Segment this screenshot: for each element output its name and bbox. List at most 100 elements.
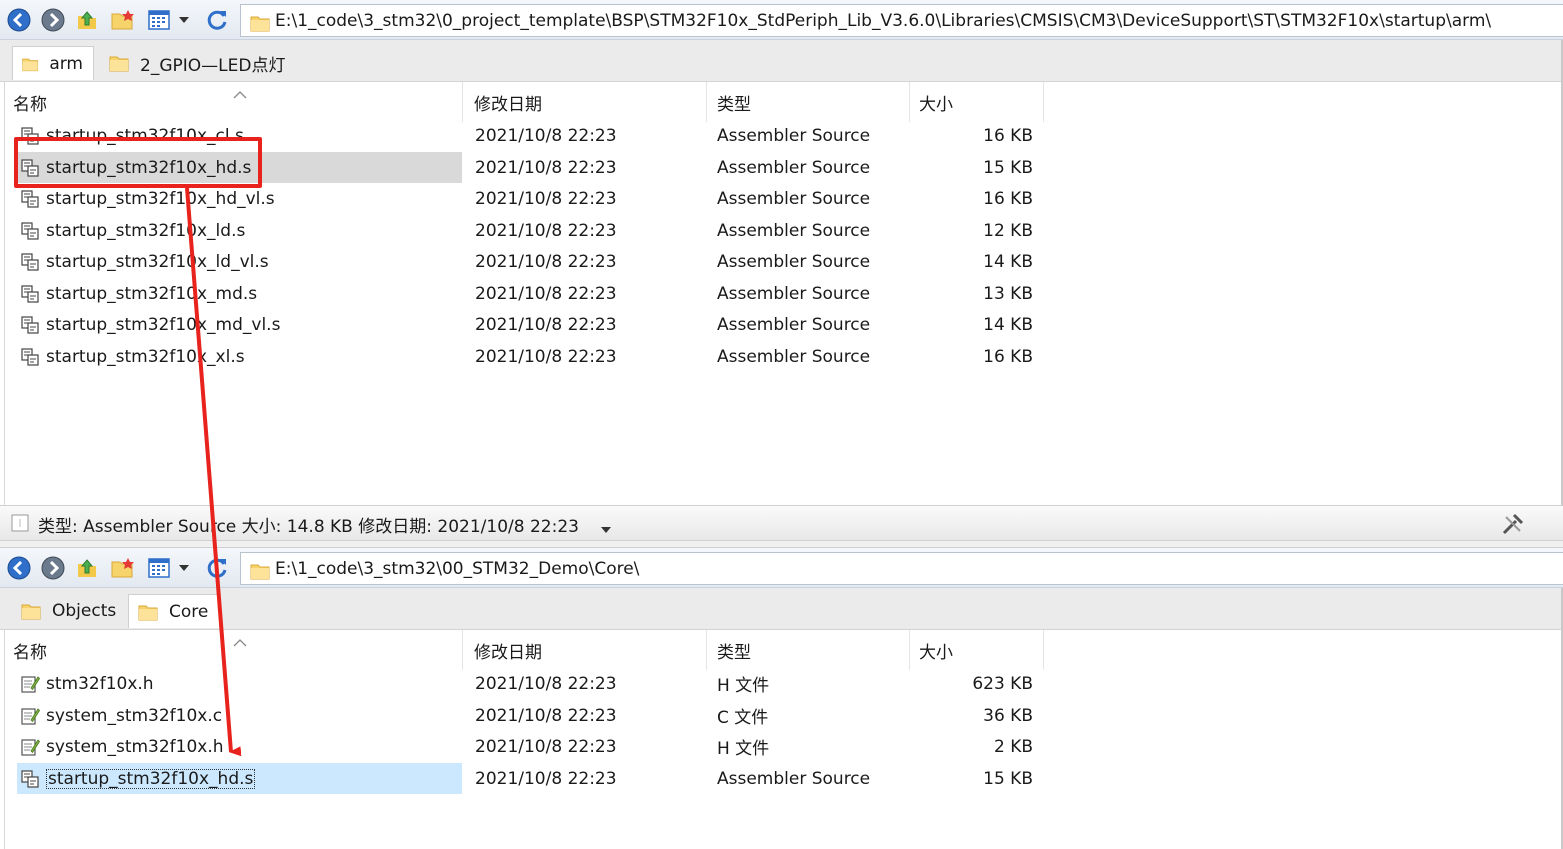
table-row[interactable]: startup_stm32f10x_md.s 2021/10/8 22:23 A…: [17, 278, 1045, 309]
file-date: 2021/10/8 22:23: [475, 125, 617, 146]
column-date[interactable]: 修改日期: [474, 630, 707, 670]
assembler-file-icon: [20, 158, 40, 178]
back-icon[interactable]: [6, 555, 32, 581]
file-type: Assembler Source: [717, 220, 871, 241]
tab-core[interactable]: Core: [128, 594, 220, 628]
table-row[interactable]: stm32f10x.h 2021/10/8 22:23 H 文件 623 KB: [17, 668, 1045, 699]
table-row-selected[interactable]: startup_stm32f10x_hd.s 2021/10/8 22:23 A…: [17, 152, 1045, 183]
sort-ascending-icon: [233, 84, 247, 104]
address-folder-icon: [249, 12, 271, 37]
column-name-label: 名称: [13, 94, 47, 115]
assembler-file-icon: [20, 252, 40, 272]
tab-label: arm: [49, 53, 83, 74]
address-bar[interactable]: E:\1_code\3_stm32\0_project_template\BSP…: [240, 4, 1563, 37]
column-header: 名称 修改日期 类型 大小: [5, 630, 1045, 670]
file-date: 2021/10/8 22:23: [475, 251, 617, 272]
table-row[interactable]: startup_stm32f10x_md_vl.s 2021/10/8 22:2…: [17, 309, 1045, 340]
assembler-file-icon: [20, 189, 40, 209]
tools-icon[interactable]: [1500, 511, 1526, 542]
view-mode-icon[interactable]: [146, 555, 172, 581]
column-date-label: 修改日期: [474, 642, 542, 663]
address-path: E:\1_code\3_stm32\00_STM32_Demo\Core\: [275, 558, 640, 579]
column-type[interactable]: 类型: [717, 82, 910, 122]
view-dropdown-icon[interactable]: [176, 555, 192, 581]
tab-label: Objects: [52, 601, 117, 621]
file-name: startup_stm32f10x_hd_vl.s: [46, 188, 275, 209]
open-folder-icon[interactable]: [110, 555, 136, 581]
table-row-selected[interactable]: startup_stm32f10x_hd.s 2021/10/8 22:23 A…: [17, 763, 1045, 794]
folder-icon: [137, 601, 159, 623]
refresh-icon[interactable]: [204, 555, 230, 581]
file-type: Assembler Source: [717, 188, 871, 209]
table-row[interactable]: startup_stm32f10x_xl.s 2021/10/8 22:23 A…: [17, 341, 1045, 372]
table-row[interactable]: system_stm32f10x.h 2021/10/8 22:23 H 文件 …: [17, 731, 1045, 762]
file-name: startup_stm32f10x_md.s: [46, 283, 258, 304]
file-type: H 文件: [717, 676, 770, 696]
up-folder-icon[interactable]: [74, 7, 100, 33]
column-size[interactable]: 大小: [919, 630, 1044, 670]
table-row[interactable]: startup_stm32f10x_cl.s 2021/10/8 22:23 A…: [17, 120, 1045, 151]
source-file-icon: [20, 706, 40, 726]
column-type[interactable]: 类型: [717, 630, 910, 670]
file-size: 15 KB: [983, 157, 1033, 178]
file-date: 2021/10/8 22:23: [475, 736, 617, 757]
tab-gpio-led[interactable]: 2_GPIO—LED点灯: [100, 46, 295, 80]
folder-icon: [108, 52, 130, 74]
table-row[interactable]: startup_stm32f10x_ld.s 2021/10/8 22:23 A…: [17, 215, 1045, 246]
refresh-icon[interactable]: [204, 7, 230, 33]
folder-icon: [20, 600, 42, 622]
file-size: 623 KB: [972, 673, 1033, 694]
status-text: 类型: Assembler Source 大小: 14.8 KB 修改日期: 2…: [38, 517, 579, 537]
file-size: 12 KB: [983, 220, 1033, 241]
assembler-file-icon: [20, 126, 40, 146]
forward-icon[interactable]: [40, 7, 66, 33]
file-type: C 文件: [717, 708, 769, 728]
top-tab-bar: arm 2_GPIO—LED点灯: [0, 40, 1563, 82]
table-row[interactable]: startup_stm32f10x_hd_vl.s 2021/10/8 22:2…: [17, 183, 1045, 214]
file-date: 2021/10/8 22:23: [475, 157, 617, 178]
file-name: startup_stm32f10x_cl.s: [46, 125, 244, 146]
status-dropdown-icon[interactable]: [600, 519, 612, 539]
address-path: E:\1_code\3_stm32\0_project_template\BSP…: [275, 10, 1492, 31]
view-mode-icon[interactable]: [146, 7, 172, 33]
forward-icon[interactable]: [40, 555, 66, 581]
file-size: 14 KB: [983, 251, 1033, 272]
tab-objects[interactable]: Objects: [12, 594, 126, 628]
column-size[interactable]: 大小: [919, 82, 1044, 122]
tab-label: 2_GPIO—LED点灯: [140, 55, 286, 76]
file-name: startup_stm32f10x_ld.s: [46, 220, 246, 241]
file-name: startup_stm32f10x_hd.s: [46, 768, 256, 789]
back-icon[interactable]: [6, 7, 32, 33]
column-header: 名称 修改日期 类型 大小: [5, 82, 1045, 122]
open-folder-icon[interactable]: [110, 7, 136, 33]
file-type: Assembler Source: [717, 768, 871, 789]
up-folder-icon[interactable]: [74, 555, 100, 581]
column-size-label: 大小: [919, 642, 953, 663]
file-type: Assembler Source: [717, 251, 871, 272]
file-info-icon: [10, 513, 30, 538]
view-dropdown-icon[interactable]: [176, 7, 192, 33]
file-type: H 文件: [717, 739, 770, 759]
file-type: Assembler Source: [717, 314, 871, 335]
file-name: startup_stm32f10x_hd.s: [46, 157, 252, 178]
file-date: 2021/10/8 22:23: [475, 673, 617, 694]
address-bar[interactable]: E:\1_code\3_stm32\00_STM32_Demo\Core\: [240, 552, 1563, 585]
file-date: 2021/10/8 22:23: [475, 314, 617, 335]
file-name: startup_stm32f10x_ld_vl.s: [46, 251, 269, 272]
assembler-file-icon: [20, 315, 40, 335]
table-row[interactable]: system_stm32f10x.c 2021/10/8 22:23 C 文件 …: [17, 700, 1045, 731]
source-file-icon: [20, 737, 40, 757]
bottom-explorer-pane: E:\1_code\3_stm32\00_STM32_Demo\Core\ Ob…: [0, 548, 1563, 849]
table-row[interactable]: startup_stm32f10x_ld_vl.s 2021/10/8 22:2…: [17, 246, 1045, 277]
source-file-icon: [20, 674, 40, 694]
file-name: system_stm32f10x.h: [46, 736, 224, 757]
file-size: 2 KB: [993, 736, 1033, 757]
pane-splitter[interactable]: [0, 540, 1563, 548]
file-date: 2021/10/8 22:23: [475, 283, 617, 304]
column-date[interactable]: 修改日期: [474, 82, 707, 122]
tab-arm[interactable]: arm: [12, 46, 94, 80]
column-date-label: 修改日期: [474, 94, 542, 115]
file-date: 2021/10/8 22:23: [475, 346, 617, 367]
column-size-label: 大小: [919, 94, 953, 115]
file-size: 16 KB: [983, 346, 1033, 367]
